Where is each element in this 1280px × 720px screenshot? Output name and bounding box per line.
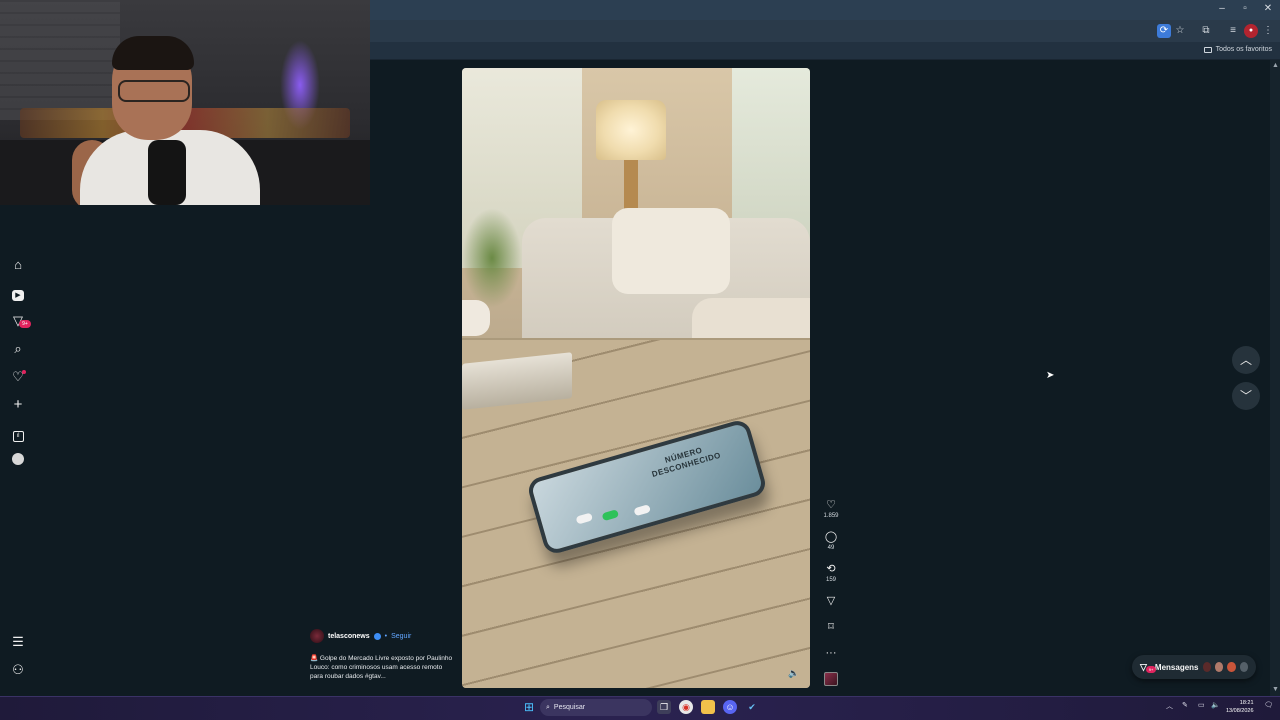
folder-icon bbox=[1203, 46, 1212, 53]
taskbar-clock[interactable]: 18:21 13/08/2026 bbox=[1226, 699, 1254, 715]
author-name[interactable]: telasconews bbox=[328, 633, 370, 640]
author-avatar[interactable] bbox=[310, 629, 324, 643]
create-icon[interactable]: + bbox=[10, 397, 26, 413]
call-button-white-2 bbox=[633, 504, 652, 517]
messages-badge: 9+ bbox=[19, 320, 31, 328]
windows-start-icon[interactable]: ⊞ bbox=[522, 700, 536, 714]
repost-icon: ⟲ bbox=[826, 563, 836, 575]
mouse-cursor-icon: ➤ bbox=[1046, 370, 1055, 381]
minimize-icon[interactable]: – bbox=[1212, 3, 1232, 14]
separator: • bbox=[384, 632, 388, 640]
menu-icon[interactable]: ☰ bbox=[10, 634, 26, 650]
taskbar-search-icon: ⌕ bbox=[546, 703, 550, 711]
webcam-microphone bbox=[148, 140, 186, 205]
page-scrollbar[interactable] bbox=[1270, 60, 1280, 696]
comment-icon: ◯ bbox=[824, 531, 838, 543]
home-icon[interactable]: ⌂ bbox=[10, 257, 26, 273]
mute-icon[interactable]: 🔈 bbox=[788, 668, 799, 679]
messages-pill-badge: 9+ bbox=[1146, 666, 1156, 673]
comments-count: 49 bbox=[827, 545, 835, 551]
close-icon[interactable]: ✕ bbox=[1258, 3, 1278, 14]
video-plant bbox=[462, 208, 522, 308]
tray-pen-icon[interactable]: ✎ bbox=[1182, 701, 1188, 709]
discord-icon[interactable]: ☺ bbox=[723, 700, 737, 714]
profile-avatar-icon[interactable]: ● bbox=[1244, 24, 1258, 38]
video-lamp-shade bbox=[596, 100, 666, 160]
taskbar-search-placeholder: Pesquisar bbox=[553, 704, 586, 711]
video-lamp-stand bbox=[624, 160, 638, 212]
threads-icon[interactable]: ⚇ bbox=[10, 662, 26, 678]
repost-action[interactable]: ⟲ 159 bbox=[820, 563, 842, 583]
scroll-down-icon[interactable]: ▼ bbox=[1272, 686, 1279, 693]
webcam-glasses bbox=[118, 80, 190, 102]
video-pillow bbox=[612, 208, 730, 294]
notification-dot bbox=[22, 370, 26, 374]
maximize-icon[interactable]: ▫ bbox=[1235, 3, 1255, 14]
call-button-white bbox=[575, 512, 594, 525]
tray-network-icon[interactable]: ▭ bbox=[1198, 701, 1205, 709]
heart-icon: ♡ bbox=[826, 499, 836, 511]
more-options-action[interactable]: ··· bbox=[820, 647, 842, 659]
taskbar-search[interactable]: ⌕ Pesquisar bbox=[540, 699, 652, 716]
tray-overflow-icon[interactable]: ︿ bbox=[1166, 701, 1173, 711]
next-reel-button[interactable]: ﹀ bbox=[1232, 382, 1260, 410]
message-avatar-1 bbox=[1202, 662, 1211, 672]
file-explorer-icon[interactable] bbox=[701, 700, 715, 714]
scroll-up-icon[interactable]: ▲ bbox=[1272, 62, 1279, 69]
browser-menu-icon[interactable]: ⋮ bbox=[1261, 24, 1275, 38]
message-avatar-2 bbox=[1214, 662, 1224, 672]
chrome-icon[interactable]: ◉ bbox=[679, 700, 693, 714]
reel-video[interactable]: NÚMERO DESCONHECIDO 🔈 bbox=[462, 68, 810, 688]
comment-action[interactable]: ◯ 49 bbox=[820, 531, 842, 551]
bookmarks-folder-label: Todos os favoritos bbox=[1215, 46, 1272, 53]
dashboard-icon[interactable]: ıl bbox=[10, 425, 26, 442]
messages-pill-label: Mensagens bbox=[1154, 662, 1199, 672]
post-caption[interactable]: 🚨 Golpe do Mercado Livre exposto por Pau… bbox=[310, 654, 455, 681]
extensions-icon[interactable]: ⧉ bbox=[1199, 24, 1213, 38]
like-action[interactable]: ♡ 1.859 bbox=[820, 499, 842, 519]
left-page-background bbox=[0, 205, 370, 696]
notification-center-icon[interactable]: 🗨 bbox=[1264, 701, 1273, 709]
message-avatar-more bbox=[1239, 662, 1248, 672]
steam-icon[interactable]: ✔ bbox=[745, 700, 759, 714]
bookmark-star-icon[interactable]: ☆ bbox=[1173, 24, 1187, 38]
reels-icon[interactable]: ▶ bbox=[10, 285, 26, 301]
follow-button[interactable]: Seguir bbox=[391, 633, 411, 640]
share-icon: ▽ bbox=[826, 595, 836, 607]
media-icon[interactable]: ≡ bbox=[1226, 24, 1240, 38]
message-avatar-3 bbox=[1227, 662, 1236, 672]
bookmarks-folder[interactable]: Todos os favoritos bbox=[1203, 46, 1272, 53]
likes-count: 1.859 bbox=[823, 513, 839, 519]
call-button-green bbox=[601, 509, 620, 522]
browser-titlebar bbox=[370, 0, 1280, 20]
search-icon[interactable]: ⌕ bbox=[10, 341, 26, 357]
share-action[interactable]: ▽ bbox=[820, 595, 842, 607]
bookmarks-bar bbox=[370, 42, 1280, 60]
save-action[interactable]: ⌑ bbox=[820, 621, 842, 633]
clock-date: 13/08/2026 bbox=[1226, 708, 1254, 714]
previous-reel-button[interactable]: ︿ bbox=[1232, 346, 1260, 374]
translate-icon[interactable]: ⟳ bbox=[1157, 24, 1171, 38]
bookmark-icon: ⌑ bbox=[828, 621, 834, 633]
webcam-brick-wall bbox=[0, 0, 120, 120]
phone-screen-text: NÚMERO DESCONHECIDO bbox=[650, 445, 722, 479]
browser-toolbar bbox=[370, 20, 1280, 42]
reposts-count: 159 bbox=[825, 577, 836, 583]
webcam-overlay bbox=[0, 0, 370, 205]
audio-thumbnail[interactable] bbox=[824, 672, 838, 686]
webcam-person-hair bbox=[112, 36, 194, 70]
profile-icon[interactable] bbox=[10, 453, 26, 469]
video-vase bbox=[462, 300, 490, 336]
post-author: telasconews • Seguir bbox=[310, 629, 411, 643]
clock-time: 18:21 bbox=[1239, 700, 1254, 706]
more-icon: ··· bbox=[825, 647, 837, 659]
tray-volume-icon[interactable]: 🔈 bbox=[1211, 701, 1220, 709]
verified-badge-icon bbox=[373, 632, 381, 640]
task-view-icon[interactable]: ❐ bbox=[657, 700, 671, 714]
